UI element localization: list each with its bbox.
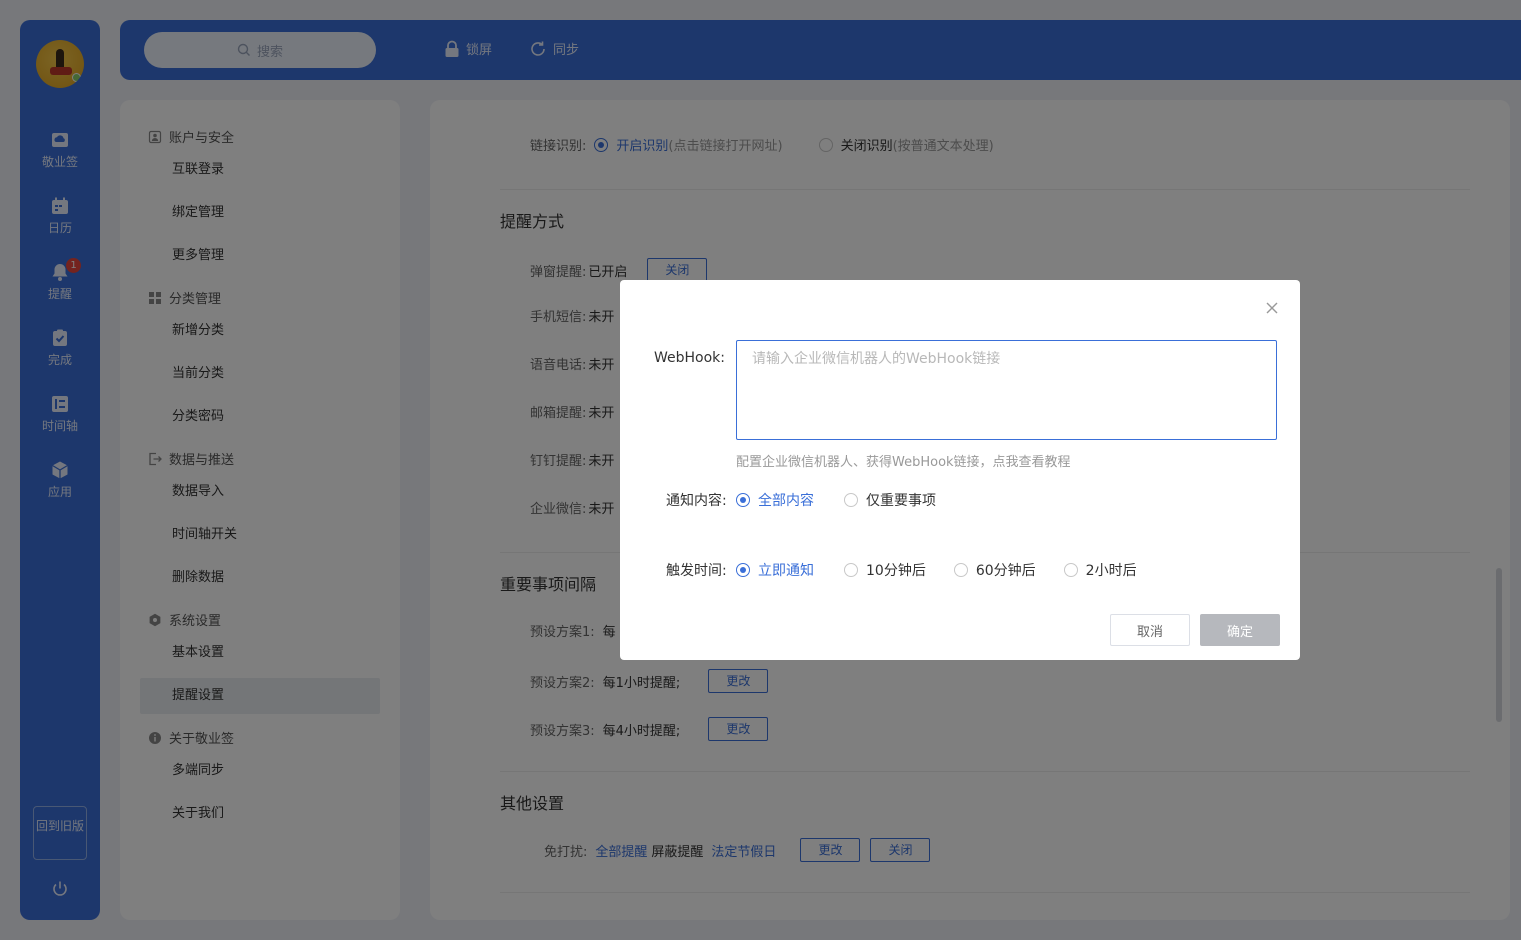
wecom-webhook-dialog: WebHook: 配置企业微信机器人、获得WebHook链接，点我查看教程 通知… <box>620 280 1300 660</box>
webhook-tutorial-link[interactable]: 配置企业微信机器人、获得WebHook链接，点我查看教程 <box>736 451 1071 470</box>
radio[interactable] <box>844 493 858 507</box>
option-label: 立即通知 <box>758 563 814 579</box>
radio-selected[interactable] <box>736 563 750 577</box>
trigger-option-2h[interactable]: 2小时后 <box>1063 560 1137 580</box>
option-label: 仅重要事项 <box>866 493 936 509</box>
notify-content-options: 全部内容 仅重要事项 <box>736 490 964 510</box>
confirm-button[interactable]: 确定 <box>1200 614 1280 646</box>
trigger-option-10min[interactable]: 10分钟后 <box>844 560 926 580</box>
close-icon[interactable] <box>1264 300 1280 316</box>
option-label: 10分钟后 <box>866 563 926 579</box>
content-option-important[interactable]: 仅重要事项 <box>844 490 936 510</box>
radio[interactable] <box>953 563 968 577</box>
trigger-time-options: 立即通知 10分钟后 60分钟后 2小时后 <box>736 560 1165 580</box>
trigger-time-label: 触发时间: <box>666 563 727 579</box>
option-label: 2小时后 <box>1085 563 1137 579</box>
option-label: 全部内容 <box>758 493 814 509</box>
radio[interactable] <box>1063 563 1078 577</box>
option-label: 60分钟后 <box>975 563 1036 579</box>
radio[interactable] <box>844 563 858 577</box>
webhook-label: WebHook: <box>654 350 726 366</box>
webhook-input[interactable] <box>736 340 1277 440</box>
notify-content-label: 通知内容: <box>666 493 727 509</box>
trigger-option-now[interactable]: 立即通知 <box>736 560 814 580</box>
cancel-button[interactable]: 取消 <box>1110 614 1190 646</box>
trigger-option-60min[interactable]: 60分钟后 <box>953 560 1036 580</box>
radio-selected[interactable] <box>736 493 750 507</box>
content-option-all[interactable]: 全部内容 <box>736 490 814 510</box>
